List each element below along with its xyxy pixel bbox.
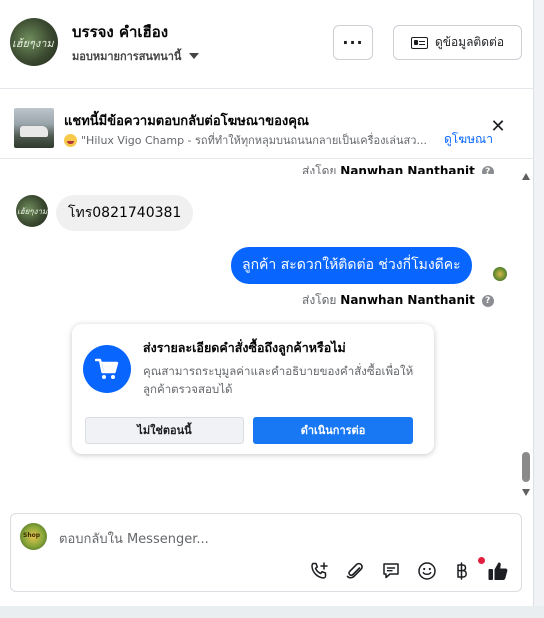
page-avatar-text: Shop [23,532,41,539]
truck-image [20,126,48,137]
more-options-button[interactable]: ··· [333,25,373,60]
reply-input[interactable]: ตอบกลับใน Messenger... [59,528,209,549]
order-card-title: ส่งรายละเอียดคำสั่งซื้อถึงลูกค้าหรือไม่ [143,340,346,355]
saved-replies-icon[interactable] [380,560,402,582]
banner-divider [0,158,534,159]
ad-quote-text: "Hilux Vigo Champ - รถที่ทำให้ทุกหลุมบนถ… [81,134,427,147]
order-card-description: คุณสามารถระบุมูลค่าและคำอธิบายของคำสั่งซ… [143,364,414,396]
order-details-card: ส่งรายละเอียดคำสั่งซื้อถึงลูกค้าหรือไม่ … [72,324,434,454]
laughing-emoji-icon [64,133,77,147]
sent-by-prefix: ส่งโดย [302,293,337,307]
close-icon[interactable]: ✕ [489,118,507,136]
sent-by-name: Nanwhan Nanthanit [340,293,475,307]
scroll-down-arrow[interactable] [522,489,530,496]
view-ad-link[interactable]: ดูโฆษณา [444,130,493,149]
view-contact-button[interactable]: ดูข้อมูลติดต่อ [393,25,522,60]
continue-button[interactable]: ดำเนินการต่อ [253,417,413,444]
not-now-button[interactable]: ไม่ใช่ตอนนี้ [85,417,244,444]
like-icon[interactable] [487,560,509,582]
sender-avatar[interactable]: เฮ้ยๆงาม [16,195,48,227]
page-avatar: Shop [20,523,47,550]
sender-avatar-text: เฮ้ยๆงาม [17,207,48,216]
avatar-text: เฮ้ยๆงาม [12,37,54,50]
phone-add-icon[interactable] [308,560,330,582]
seen-indicator-avatar [493,267,507,281]
assign-conversation-dropdown[interactable]: มอบหมายการสนทนานี้ [72,47,200,65]
sent-by: ส่งโดย Nanwhan Nanthanit ? [302,291,494,310]
header-divider [0,88,534,89]
help-icon[interactable]: ? [481,165,494,174]
reply-composer: Shop ตอบกลับใน Messenger... [10,513,522,592]
scrollbar-thumb[interactable] [522,452,530,482]
help-icon[interactable]: ? [481,294,494,307]
contact-avatar[interactable]: เฮ้ยๆงาม [10,18,58,66]
emoji-icon[interactable] [416,560,438,582]
sent-by-prefix: ส่งโดย [302,164,337,174]
notification-dot [478,557,485,564]
view-contact-label: ดูข้อมูลติดต่อ [434,35,505,49]
conversation-header: เฮ้ยๆงาม บรรจง คำเฮือง มอบหมายการสนทนานี… [0,0,534,88]
paperclip-icon[interactable] [344,560,366,582]
page-gutter [534,0,544,618]
ad-thumbnail[interactable] [14,108,54,148]
sent-by-name: Nanwhan Nanthanit [340,164,475,174]
scroll-up-arrow[interactable] [522,173,530,180]
caret-down-icon [189,53,200,59]
contact-name[interactable]: บรรจง คำเฮือง [72,20,168,44]
baht-icon[interactable] [451,560,473,582]
incoming-message[interactable]: โทร0821740381 [56,195,194,231]
shopping-cart-icon [83,345,131,393]
outgoing-message[interactable]: ลูกค้า สะดวกให้ติดต่อ ช่วงกี่โมงดีคะ [231,247,472,284]
ad-reply-title: แชทนี้มีข้อความตอบกลับต่อโฆษณาของคุณ [64,114,309,129]
page-background [0,606,544,618]
assign-conversation-label: มอบหมายการสนทนานี้ [72,50,182,63]
sent-by-previous: ส่งโดย Nanwhan Nanthanit ? [302,163,494,174]
ad-quote: "Hilux Vigo Champ - รถที่ทำให้ทุกหลุมบนถ… [64,131,444,149]
contact-card-icon [410,36,428,49]
